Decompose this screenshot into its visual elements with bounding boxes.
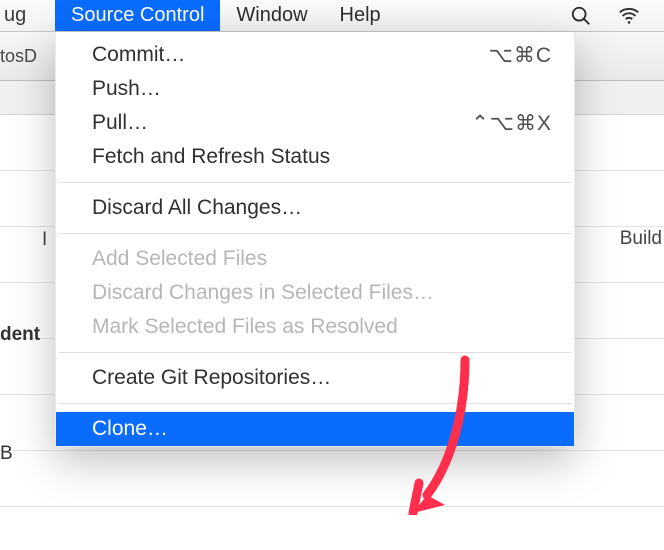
- menu-item-clone[interactable]: Clone…: [56, 412, 574, 446]
- menu-label: Clone…: [92, 417, 552, 441]
- menubar-prev-fragment: ug: [0, 0, 55, 31]
- menubar: ug Source Control Window Help: [0, 0, 664, 32]
- menu-label: Add Selected Files: [92, 247, 552, 271]
- toolbar-left-fragment: tosD: [0, 46, 37, 67]
- menu-item-push[interactable]: Push…: [56, 72, 574, 106]
- menubar-label: Window: [236, 4, 307, 27]
- menu-label: Commit…: [92, 43, 489, 67]
- menu-item-create-git-repos[interactable]: Create Git Repositories…: [56, 361, 574, 395]
- menubar-label: Help: [340, 4, 381, 27]
- source-control-menu: Commit… ⌥⌘C Push… Pull… ⌃⌥⌘X Fetch and R…: [55, 32, 575, 447]
- left-bold-fragment: dent: [0, 324, 40, 346]
- menu-item-add-selected: Add Selected Files: [56, 242, 574, 276]
- menu-item-commit[interactable]: Commit… ⌥⌘C: [56, 38, 574, 72]
- menu-separator: [58, 233, 572, 234]
- menu-item-discard-selected: Discard Changes in Selected Files…: [56, 276, 574, 310]
- menu-label: Discard Changes in Selected Files…: [92, 281, 552, 305]
- menu-label: Mark Selected Files as Resolved: [92, 315, 552, 339]
- menubar-status-icons: [570, 0, 664, 31]
- menu-label: Pull…: [92, 111, 471, 135]
- menu-item-fetch[interactable]: Fetch and Refresh Status: [56, 140, 574, 174]
- wifi-icon[interactable]: [618, 5, 640, 27]
- menu-item-pull[interactable]: Pull… ⌃⌥⌘X: [56, 106, 574, 140]
- menu-item-mark-resolved: Mark Selected Files as Resolved: [56, 310, 574, 344]
- menu-shortcut: ⌥⌘C: [489, 43, 552, 68]
- menu-label: Discard All Changes…: [92, 196, 552, 220]
- menu-label: Push…: [92, 77, 552, 101]
- menubar-item-help[interactable]: Help: [324, 0, 397, 31]
- right-fragment: Build: [620, 228, 664, 250]
- menu-separator: [58, 182, 572, 183]
- menubar-item-window[interactable]: Window: [220, 0, 323, 31]
- left-letter-fragment: B: [0, 443, 13, 465]
- menu-separator: [58, 352, 572, 353]
- menu-label: Create Git Repositories…: [92, 366, 552, 390]
- menu-separator: [58, 403, 572, 404]
- menu-label: Fetch and Refresh Status: [92, 145, 552, 169]
- menu-shortcut: ⌃⌥⌘X: [471, 111, 552, 136]
- menubar-label: Source Control: [71, 4, 204, 27]
- menubar-item-source-control[interactable]: Source Control: [55, 0, 220, 31]
- menu-item-discard-all[interactable]: Discard All Changes…: [56, 191, 574, 225]
- row-left-fragment: I: [42, 229, 47, 251]
- spotlight-search-icon[interactable]: [570, 5, 592, 27]
